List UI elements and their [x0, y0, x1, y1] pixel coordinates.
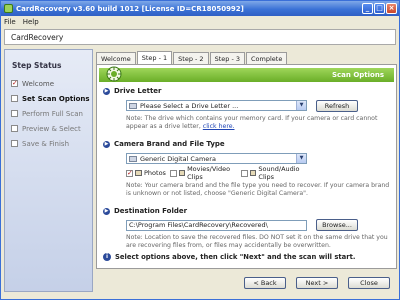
tab-step-2[interactable]: Step - 2: [173, 52, 209, 64]
audio-checkbox[interactable]: [241, 169, 249, 177]
photo-icon: [135, 170, 142, 176]
chevron-down-icon[interactable]: ▼: [296, 154, 306, 163]
camera-brand-select[interactable]: Generic Digital Camera ▼: [126, 153, 307, 164]
camera-note: Note: Your camera brand and the file typ…: [126, 182, 390, 197]
camera-select-value: Generic Digital Camera: [140, 154, 216, 163]
photos-option[interactable]: Photos: [126, 169, 166, 177]
click-here-link[interactable]: click here.: [203, 123, 235, 130]
sidebar-title: Step Status: [12, 61, 62, 70]
drive-heading-text: Drive Letter: [114, 87, 162, 95]
drive-note: Note: The drive which contains your memo…: [126, 115, 391, 131]
chevron-down-icon[interactable]: ▼: [296, 101, 306, 110]
sidebar-item-preview-select: Preview & Select: [5, 121, 92, 136]
checkbox-icon: [11, 79, 18, 87]
tab-step-1[interactable]: Step - 1: [136, 51, 173, 64]
audio-label: Sound/Audio Clips: [258, 165, 300, 181]
drive-letter-select[interactable]: Please Select a Drive Letter ... ▼: [126, 100, 307, 111]
bullet-icon: ▶: [103, 207, 110, 215]
film-icon: [178, 170, 186, 176]
photos-checkbox[interactable]: [126, 169, 133, 177]
refresh-button[interactable]: Refresh: [316, 100, 358, 112]
checkbox-icon: [11, 125, 18, 132]
bullet-icon: ▶: [103, 140, 110, 148]
banner-title: Scan Options: [331, 71, 384, 79]
tab-welcome[interactable]: Welcome: [96, 52, 136, 64]
tab-step-3[interactable]: Step - 3: [209, 52, 245, 64]
bullet-icon: ▶: [103, 87, 110, 95]
drive-letter-heading: ▶ Drive Letter: [103, 87, 162, 95]
step-status-sidebar: Step Status Welcome Set Scan Options Per…: [4, 49, 93, 292]
camera-heading-text: Camera Brand and File Type: [114, 140, 225, 148]
camera-icon: [129, 156, 137, 162]
sidebar-item-set-scan-options: Set Scan Options: [5, 91, 92, 106]
gear-flower-icon: [106, 66, 122, 82]
sidebar-item-label: Set Scan Options: [22, 94, 90, 103]
camera-brand-heading: ▶ Camera Brand and File Type: [103, 140, 225, 148]
sidebar-item-label: Perform Full Scan: [22, 109, 83, 118]
next-button[interactable]: Next >: [296, 277, 338, 289]
destination-heading: ▶ Destination Folder: [103, 207, 187, 215]
photos-label: Photos: [144, 169, 166, 177]
minimize-button[interactable]: _: [362, 3, 373, 14]
app-window: CardRecovery v3.60 build 1012 [License I…: [0, 0, 400, 300]
sidebar-item-label: Save & Finish: [22, 139, 70, 148]
back-button[interactable]: < Back: [244, 277, 286, 289]
scan-options-panel: Scan Options ▶ Drive Letter Please Selec…: [96, 64, 397, 269]
checkbox-icon: [11, 140, 18, 147]
drive-select-value: Please Select a Drive Letter ...: [140, 101, 239, 110]
tab-complete[interactable]: Complete: [246, 52, 288, 64]
window-title: CardRecovery v3.60 build 1012 [License I…: [16, 4, 244, 13]
file-type-options: Photos Movies/Video Clips Sound/Audio Cl…: [126, 165, 307, 181]
destination-folder-field[interactable]: C:\Program Files\CardRecovery\Recovered\: [126, 220, 307, 231]
close-button[interactable]: Close: [348, 277, 390, 289]
wizard-footer: < Back Next > Close: [96, 271, 397, 297]
app-icon: [4, 4, 13, 13]
sidebar-item-save-finish: Save & Finish: [5, 136, 92, 151]
movies-label: Movies/Video Clips: [187, 165, 231, 181]
instruction-text: Select options above, then click "Next" …: [115, 253, 356, 261]
scan-options-banner: Scan Options: [99, 66, 394, 82]
drive-icon: [129, 103, 137, 109]
menu-bar: File Help: [1, 16, 399, 27]
drive-note-text: Note: The drive which contains your memo…: [126, 115, 378, 130]
sidebar-item-label: Welcome: [22, 79, 55, 88]
speaker-icon: [250, 170, 257, 176]
app-header: CardRecovery: [4, 29, 396, 45]
browse-button[interactable]: Browse...: [316, 219, 358, 231]
menu-file[interactable]: File: [4, 18, 16, 26]
checkbox-icon: [11, 95, 18, 102]
title-bar[interactable]: CardRecovery v3.60 build 1012 [License I…: [1, 1, 399, 16]
sidebar-item-label: Preview & Select: [22, 124, 81, 133]
window-controls: _ □ ×: [362, 3, 397, 14]
destination-heading-text: Destination Folder: [114, 207, 188, 215]
info-icon: i: [103, 253, 111, 261]
step-tabs: Welcome Step - 1 Step - 2 Step - 3 Compl…: [96, 51, 288, 64]
movies-option[interactable]: Movies/Video Clips: [169, 165, 237, 181]
maximize-button[interactable]: □: [374, 3, 385, 14]
menu-help[interactable]: Help: [23, 18, 39, 26]
instruction-row: i Select options above, then click "Next…: [103, 253, 355, 261]
close-window-button[interactable]: ×: [386, 3, 397, 14]
movies-checkbox[interactable]: [169, 169, 177, 177]
audio-option[interactable]: Sound/Audio Clips: [241, 165, 307, 181]
sidebar-item-welcome: Welcome: [5, 76, 92, 91]
sidebar-item-perform-full-scan: Perform Full Scan: [5, 106, 92, 121]
destination-note: Note: Location to save the recovered fil…: [126, 234, 388, 249]
checkbox-icon: [11, 110, 18, 117]
